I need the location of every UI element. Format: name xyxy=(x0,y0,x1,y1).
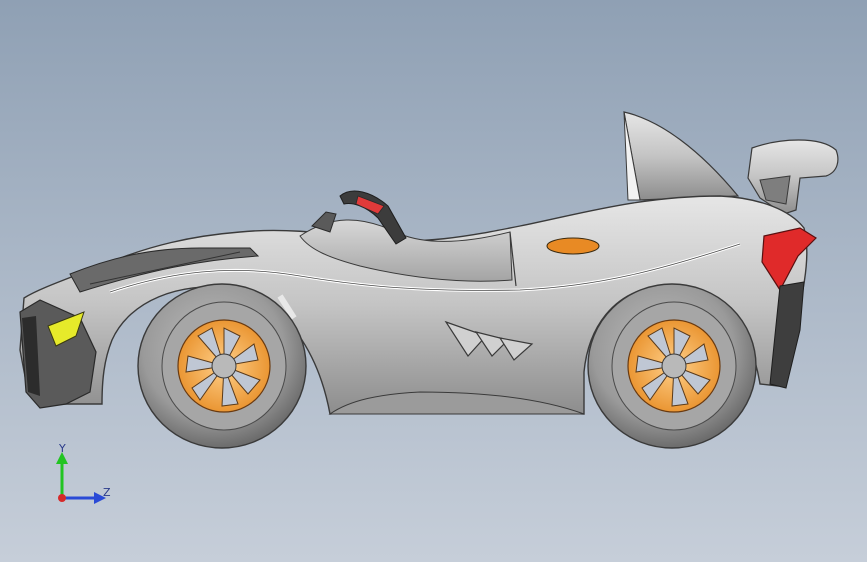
tail-fin[interactable] xyxy=(623,111,740,201)
car-model[interactable] xyxy=(0,0,867,562)
rear-wheel[interactable] xyxy=(587,283,757,449)
y-axis-label: Y xyxy=(59,442,66,455)
x-axis-dot xyxy=(58,494,66,502)
z-axis-label: Z xyxy=(103,486,111,499)
side-badge xyxy=(546,237,600,255)
view-orientation-triad xyxy=(56,452,106,504)
front-wheel[interactable] xyxy=(137,283,307,449)
graphics-viewport[interactable]: Y Z xyxy=(0,0,867,562)
